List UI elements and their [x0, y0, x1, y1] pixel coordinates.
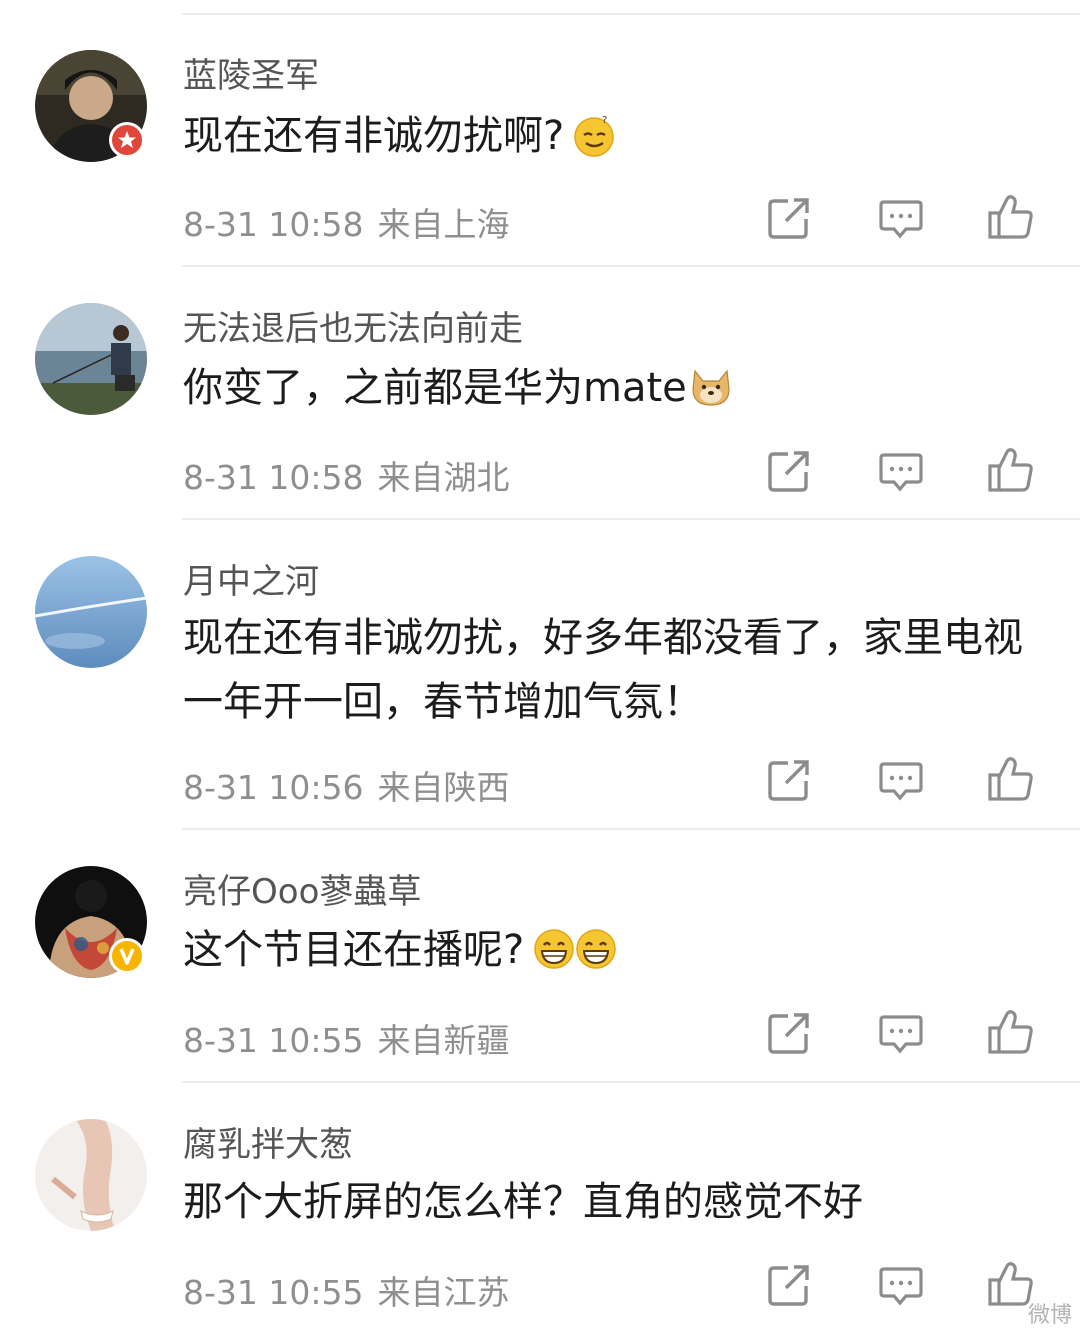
share-icon[interactable]	[766, 757, 814, 805]
comment-icon[interactable]	[878, 449, 926, 497]
thumbs-up-icon[interactable]	[987, 755, 1035, 803]
comment-time: 8-31 10:56	[183, 768, 364, 807]
comment-username[interactable]: 月中之河	[183, 554, 319, 603]
comment-username[interactable]: 无法退后也无法向前走	[183, 301, 523, 350]
comment-time: 8-31 10:55	[183, 1273, 364, 1312]
verified-badge	[109, 938, 145, 974]
comment-location: 来自上海	[377, 205, 510, 244]
share-icon[interactable]	[766, 1262, 814, 1310]
comment-location: 来自江苏	[377, 1273, 510, 1312]
avatar[interactable]	[35, 1119, 147, 1231]
comment-location: 来自陕西	[377, 768, 510, 807]
grin-emoji	[574, 926, 618, 990]
comment-text: 这个节目还在播呢?	[183, 918, 1030, 990]
thumbs-up-icon[interactable]	[987, 1008, 1035, 1056]
comment-meta: 8-31 10:55 来自新疆	[183, 1014, 510, 1062]
doge-emoji	[689, 364, 733, 428]
divider	[182, 518, 1080, 520]
comment-time: 8-31 10:58	[183, 205, 364, 244]
comment-icon[interactable]	[878, 196, 926, 244]
comment-location: 来自湖北	[377, 458, 510, 497]
comment-time: 8-31 10:58	[183, 458, 364, 497]
top-divider	[182, 13, 1080, 15]
comment-text-body: 现在还有非诚勿扰，好多年都没看了，家里电视一年开一回，春节增加气氛！	[183, 615, 1023, 725]
comment-icon[interactable]	[878, 1263, 926, 1311]
comment-username[interactable]: 蓝陵圣军	[183, 48, 319, 97]
comment-text-body: 那个大折屏的怎么样？直角的感觉不好	[183, 1179, 863, 1225]
comment-meta: 8-31 10:55 来自江苏	[183, 1266, 510, 1314]
avatar[interactable]	[35, 303, 147, 415]
comment-text-body: 你变了，之前都是华为mate	[183, 365, 687, 411]
thumbs-up-icon[interactable]	[987, 446, 1035, 494]
divider	[182, 1081, 1080, 1083]
comment-icon[interactable]	[878, 758, 926, 806]
comment-icon[interactable]	[878, 1011, 926, 1059]
share-icon[interactable]	[766, 1010, 814, 1058]
comment-username[interactable]: 腐乳拌大葱	[183, 1117, 353, 1166]
comment-text: 现在还有非诚勿扰，好多年都没看了，家里电视一年开一回，春节增加气氛！	[183, 606, 1030, 734]
verified-badge	[109, 122, 145, 158]
comment-location: 来自新疆	[377, 1021, 510, 1060]
share-icon[interactable]	[766, 448, 814, 496]
comment-text: 那个大折屏的怎么样？直角的感觉不好	[183, 1170, 1030, 1234]
avatar[interactable]	[35, 556, 147, 668]
comment-text: 你变了，之前都是华为mate	[183, 356, 1030, 428]
grin-emoji	[532, 926, 576, 990]
comment-meta: 8-31 10:58 来自湖北	[183, 451, 510, 499]
comment-meta: 8-31 10:58 来自上海	[183, 198, 510, 246]
thumbs-up-icon[interactable]	[987, 193, 1035, 241]
comment-meta: 8-31 10:56 来自陕西	[183, 761, 510, 809]
confused-smile-emoji: ?	[572, 112, 616, 176]
divider	[182, 828, 1080, 830]
comment-text-body: 现在还有非诚勿扰啊?	[183, 113, 565, 159]
comment-username[interactable]: 亮仔Ooo蓼蟲草	[183, 864, 421, 913]
share-icon[interactable]	[766, 195, 814, 243]
comment-text: 现在还有非诚勿扰啊? ?	[183, 104, 1030, 176]
comment-time: 8-31 10:55	[183, 1021, 364, 1060]
watermark: 微博	[1027, 1303, 1072, 1328]
divider	[182, 265, 1080, 267]
comment-text-body: 这个节目还在播呢?	[183, 927, 525, 973]
svg-text:?: ?	[602, 115, 607, 126]
